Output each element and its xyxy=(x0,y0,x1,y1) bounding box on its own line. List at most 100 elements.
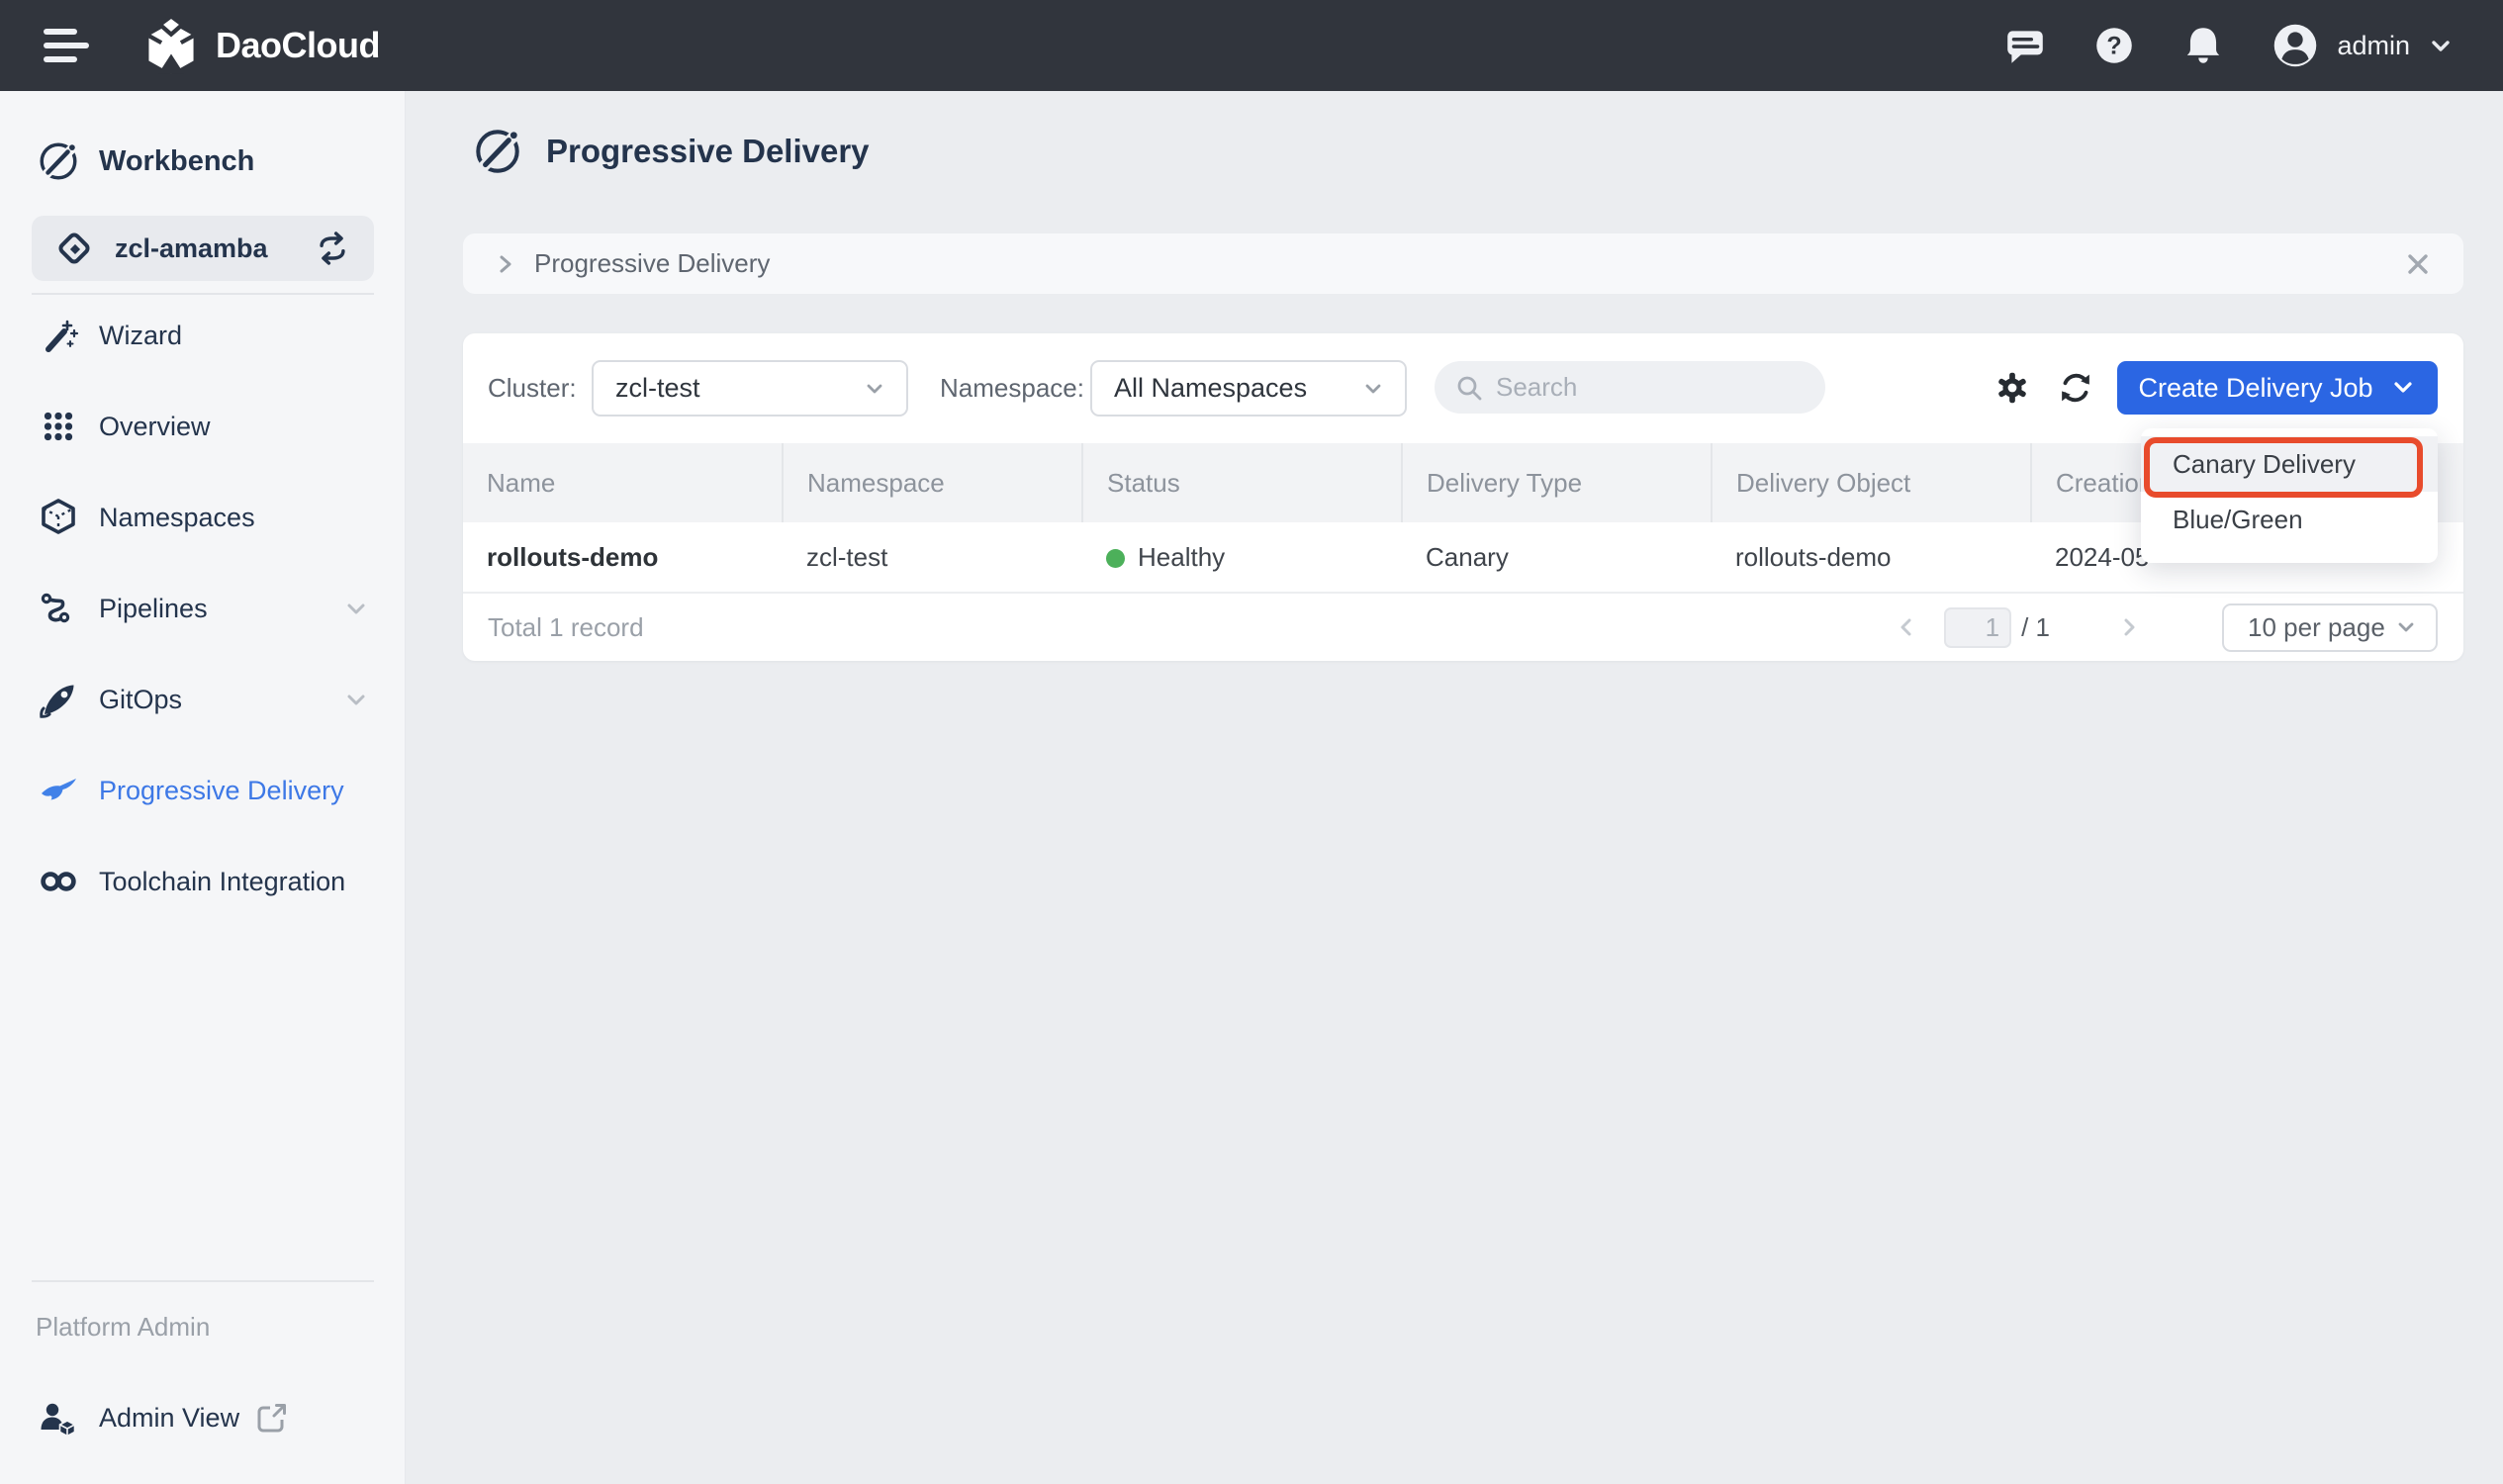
cell-name[interactable]: rollouts-demo xyxy=(463,522,783,592)
sidebar-item-label: Overview xyxy=(99,412,211,442)
search-box xyxy=(1435,361,1825,414)
page-number-input[interactable] xyxy=(1944,607,2011,648)
cluster-select[interactable]: zcl-test xyxy=(592,360,908,417)
swap-workspace-icon[interactable] xyxy=(313,229,352,268)
chevron-down-icon xyxy=(2392,613,2420,641)
page-size-select[interactable]: 10 per page xyxy=(2222,603,2438,652)
status-healthy-dot xyxy=(1106,549,1125,568)
chevron-right-icon[interactable] xyxy=(2109,607,2149,647)
create-delivery-job-button[interactable]: Create Delivery Job xyxy=(2117,361,2438,415)
search-icon xyxy=(1454,373,1484,403)
wizard-icon xyxy=(36,313,81,358)
chevron-down-icon xyxy=(2426,31,2456,60)
column-header-delivery-object: Delivery Object xyxy=(1712,443,2031,522)
sidebar-item-label: Namespaces xyxy=(99,503,255,533)
sidebar-item-label: Wizard xyxy=(99,321,182,351)
progressive-delivery-icon xyxy=(36,768,81,813)
platform-admin-label: Platform Admin xyxy=(36,1307,210,1346)
namespace-select[interactable]: All Namespaces xyxy=(1090,360,1407,417)
column-header-delivery-type: Delivery Type xyxy=(1402,443,1712,522)
refresh-icon[interactable] xyxy=(2053,365,2098,411)
sidebar-item-label: Toolchain Integration xyxy=(99,867,345,897)
column-header-status: Status xyxy=(1082,443,1402,522)
cell-status: Healthy xyxy=(1082,522,1402,592)
bell-icon[interactable] xyxy=(2180,23,2226,68)
svg-text:?: ? xyxy=(2107,32,2122,59)
gear-icon[interactable] xyxy=(1990,365,2035,411)
namespaces-icon xyxy=(36,495,81,540)
app-header: DaoCloud ? xyxy=(0,0,2503,91)
cell-namespace: zcl-test xyxy=(783,522,1082,592)
cell-delivery-object: rollouts-demo xyxy=(1712,522,2031,592)
overview-icon xyxy=(36,404,81,449)
chevron-right-icon[interactable] xyxy=(491,249,520,279)
page-title-row: Progressive Delivery xyxy=(471,125,870,178)
toolbar: Cluster: zcl-test Namespace: All Namespa… xyxy=(463,333,2463,443)
cell-delivery-type: Canary xyxy=(1402,522,1712,592)
sidebar-divider xyxy=(32,1280,374,1282)
sidebar-item-admin-view[interactable]: Admin View xyxy=(0,1385,406,1450)
page-title: Progressive Delivery xyxy=(546,133,870,170)
chevron-down-icon xyxy=(861,375,888,403)
sidebar-item-gitops[interactable]: GitOps xyxy=(0,667,406,732)
cluster-label: Cluster: xyxy=(488,373,577,404)
sidebar-item-toolchain-integration[interactable]: Toolchain Integration xyxy=(0,849,406,914)
close-icon[interactable] xyxy=(2400,246,2436,282)
sidebar-divider xyxy=(32,293,374,295)
brand-name: DaoCloud xyxy=(216,25,380,66)
chevron-down-icon xyxy=(340,684,372,715)
username: admin xyxy=(2337,31,2410,61)
toolchain-infinity-icon xyxy=(36,859,81,904)
user-menu[interactable]: admin xyxy=(2270,20,2456,71)
menu-item-blue-green[interactable]: Blue/Green xyxy=(2141,492,2438,547)
sidebar-item-progressive-delivery[interactable]: Progressive Delivery xyxy=(0,758,406,823)
chevron-down-icon xyxy=(340,593,372,624)
avatar-icon xyxy=(2270,20,2321,71)
page-total: / 1 xyxy=(2021,612,2050,643)
chevron-down-icon xyxy=(1359,375,1387,403)
sidebar-item-overview[interactable]: Overview xyxy=(0,394,406,459)
total-records: Total 1 record xyxy=(488,612,644,643)
workspace-icon xyxy=(53,228,95,269)
sidebar-item-label: Workbench xyxy=(99,145,254,178)
external-link-icon xyxy=(255,1401,289,1435)
create-delivery-dropdown: Canary Delivery Blue/Green xyxy=(2141,428,2438,563)
menu-item-canary-delivery[interactable]: Canary Delivery xyxy=(2141,436,2438,492)
page-title-icon xyxy=(471,125,524,178)
pagination: / 1 10 per page xyxy=(1887,603,2438,652)
workspace-selector[interactable]: zcl-amamba xyxy=(32,216,374,281)
breadcrumb: Progressive Delivery xyxy=(463,233,2463,294)
pipelines-icon xyxy=(36,586,81,631)
column-header-namespace: Namespace xyxy=(783,443,1082,522)
sidebar-item-label: Pipelines xyxy=(99,594,208,624)
status-text: Healthy xyxy=(1138,542,1225,572)
namespace-label: Namespace: xyxy=(940,373,1084,404)
chevron-left-icon[interactable] xyxy=(1887,607,1926,647)
hamburger-icon[interactable] xyxy=(44,29,89,62)
sidebar-item-pipelines[interactable]: Pipelines xyxy=(0,576,406,641)
main-content: Progressive Delivery Progressive Deliver… xyxy=(406,91,2503,1484)
sidebar: Workbench zcl-amamba Wizard xyxy=(0,91,406,1484)
breadcrumb-item[interactable]: Progressive Delivery xyxy=(534,248,770,279)
admin-view-icon xyxy=(36,1395,81,1440)
page-size-value: 10 per page xyxy=(2248,612,2385,643)
namespace-value: All Namespaces xyxy=(1114,373,1307,404)
sidebar-item-label: Admin View xyxy=(99,1403,239,1434)
sidebar-item-label: Progressive Delivery xyxy=(99,776,344,806)
table-footer: Total 1 record / 1 10 per page xyxy=(463,592,2463,661)
sidebar-item-namespaces[interactable]: Namespaces xyxy=(0,485,406,550)
sidebar-item-workbench[interactable]: Workbench xyxy=(0,129,406,194)
workspace-name: zcl-amamba xyxy=(115,233,268,264)
sidebar-item-wizard[interactable]: Wizard xyxy=(0,303,406,368)
search-input[interactable] xyxy=(1496,372,1793,403)
help-icon[interactable]: ? xyxy=(2091,23,2137,68)
create-delivery-job-label: Create Delivery Job xyxy=(2138,373,2372,404)
gitops-rocket-icon xyxy=(36,677,81,722)
column-header-name: Name xyxy=(463,443,783,522)
daocloud-logo-icon xyxy=(140,15,202,76)
cluster-value: zcl-test xyxy=(615,373,700,404)
workbench-icon xyxy=(36,139,81,184)
message-icon[interactable] xyxy=(2002,23,2048,68)
chevron-down-icon xyxy=(2389,374,2417,402)
brand[interactable]: DaoCloud xyxy=(140,15,380,76)
